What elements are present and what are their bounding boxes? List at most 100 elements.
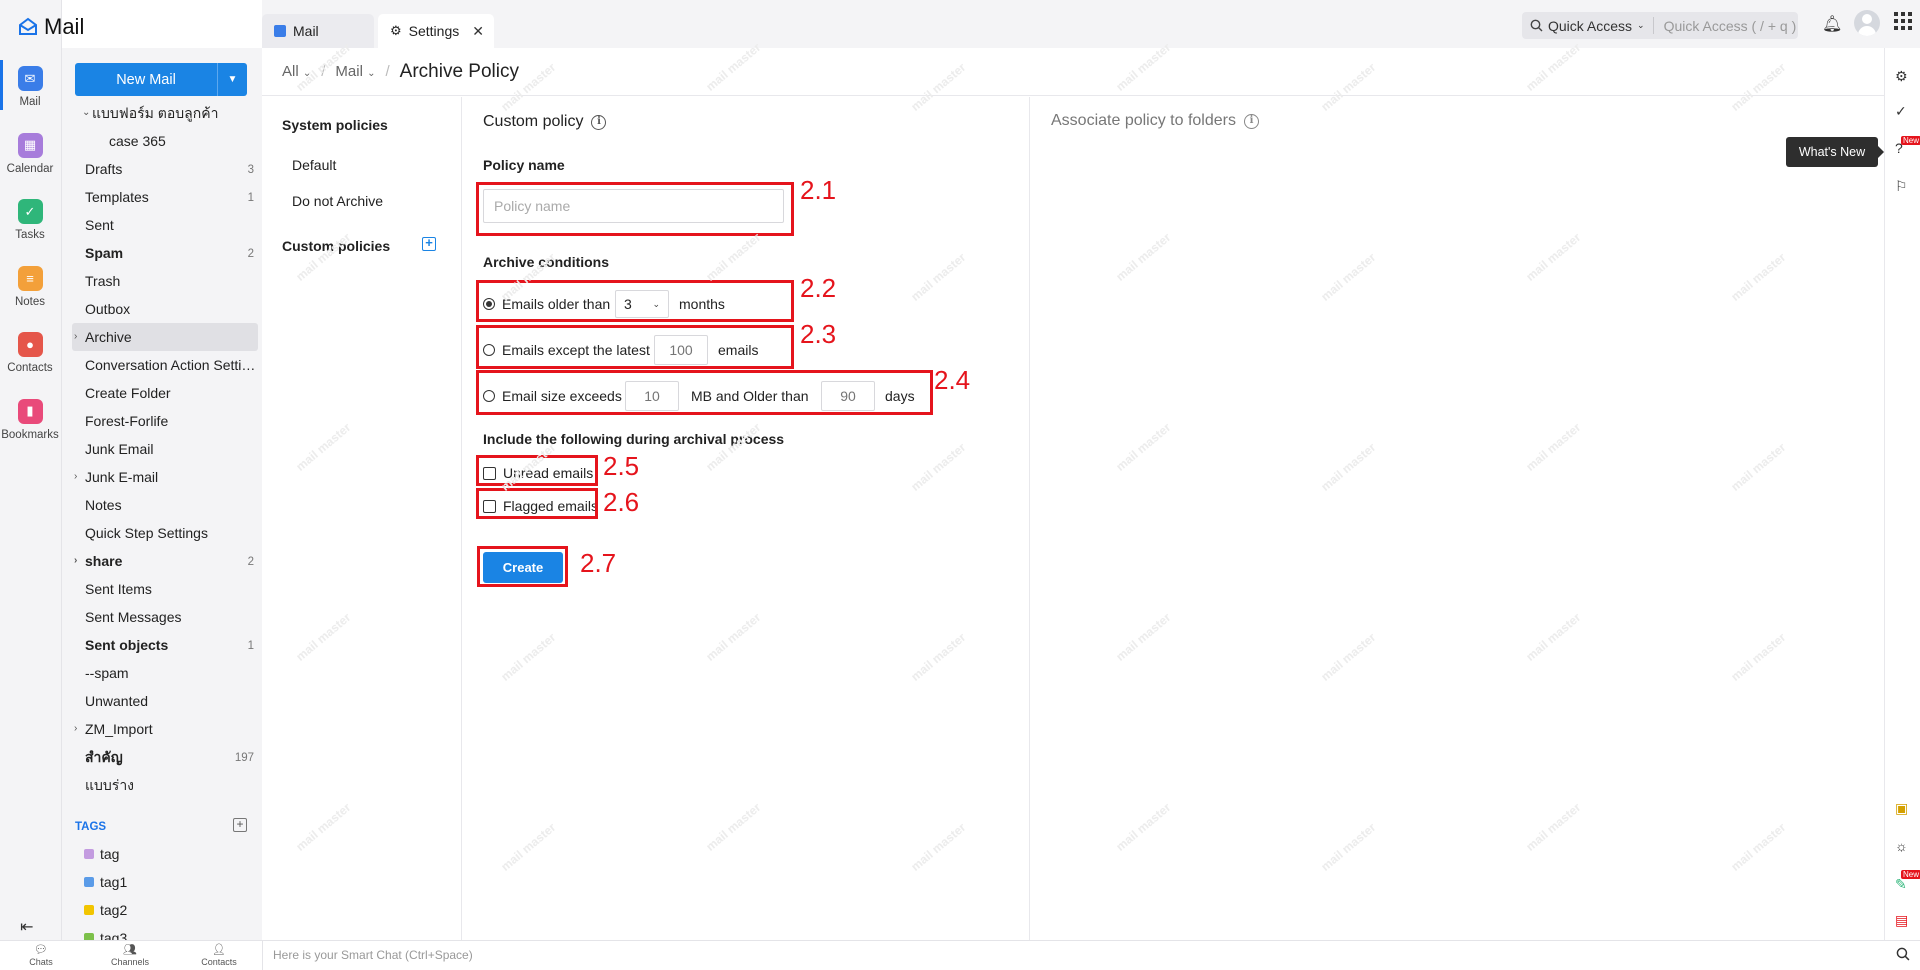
expand-chevron-icon[interactable]: ⌄: [82, 99, 90, 127]
verified-icon[interactable]: ✓: [1895, 103, 1907, 120]
folder-label: --spam: [85, 665, 129, 681]
expand-chevron-icon[interactable]: ›: [74, 323, 77, 351]
info-icon[interactable]: i: [1243, 113, 1259, 129]
tab-settings[interactable]: ⚙ Settings ✕: [378, 14, 494, 48]
folder-item[interactable]: › Archive: [72, 323, 258, 351]
chats-button[interactable]: 💬︎ Chats: [11, 944, 71, 967]
annotation-box-2-5: [476, 455, 598, 486]
new-mail-dropdown-icon[interactable]: ▼: [217, 63, 247, 96]
announcement-icon[interactable]: ⚐: [1895, 178, 1908, 195]
mail-logo-icon: [19, 17, 37, 35]
policy-default[interactable]: Default: [292, 157, 336, 173]
folder-item[interactable]: Outbox: [72, 295, 258, 323]
settings-icon[interactable]: ⚙: [1895, 68, 1908, 85]
chevron-down-icon: ⌄: [1637, 20, 1645, 30]
quick-access-input[interactable]: Quick Access ( / + q ): [1654, 18, 1797, 34]
whats-new-tooltip: What's New: [1786, 137, 1884, 167]
add-tag-icon[interactable]: +: [233, 818, 247, 832]
collapse-sidebar-icon[interactable]: ⇤: [20, 917, 33, 937]
add-custom-policy-icon[interactable]: +: [422, 236, 436, 251]
folder-label: Create Folder: [85, 385, 171, 401]
folder-item[interactable]: › ZM_Import: [72, 715, 258, 743]
tag-item[interactable]: tag: [84, 846, 119, 862]
folder-item[interactable]: Templates 1: [72, 183, 258, 211]
folder-item[interactable]: Drafts 3: [72, 155, 258, 183]
folder-label: Forest-Forlife: [85, 413, 169, 429]
folder-item[interactable]: Forest-Forlife: [72, 407, 258, 435]
folder-item[interactable]: Quick Step Settings: [72, 519, 258, 547]
folder-item[interactable]: Junk Email: [72, 435, 258, 463]
watermark: mail master: [1113, 230, 1174, 284]
tag-color-swatch: [84, 849, 94, 859]
folder-label: Archive: [85, 329, 132, 345]
folder-item[interactable]: Create Folder: [72, 379, 258, 407]
expand-chevron-icon[interactable]: ›: [74, 463, 77, 491]
new-mail-label[interactable]: New Mail: [75, 63, 217, 96]
breadcrumb-mail[interactable]: Mail ⌄: [335, 63, 375, 80]
annotation-label-2-7: 2.7: [580, 548, 617, 578]
tag-color-swatch: [84, 905, 94, 915]
info-icon[interactable]: i: [591, 114, 607, 130]
channels-button[interactable]: 👥︎ Channels: [100, 944, 160, 967]
quick-access-bar[interactable]: Quick Access ⌄ Quick Access ( / + q ): [1522, 12, 1798, 39]
folder-item[interactable]: Notes: [72, 491, 258, 519]
app-grid-icon[interactable]: [1894, 12, 1912, 35]
folder-item[interactable]: case 365: [72, 127, 258, 155]
annotation-box-2-1: [476, 182, 794, 236]
mail-tab-icon: [274, 25, 286, 37]
folder-label: แบบร่าง: [85, 777, 135, 793]
folder-item[interactable]: แบบร่าง: [72, 771, 258, 799]
sticky-note-icon[interactable]: ▣: [1895, 800, 1908, 817]
annotation-box-2-7: [477, 546, 568, 587]
folder-item[interactable]: Sent Items: [72, 575, 258, 603]
rail-item-mail[interactable]: ✉ Mail: [0, 60, 60, 110]
avatar[interactable]: [1854, 10, 1880, 36]
rail-item-bookmarks[interactable]: ▮ Bookmarks: [0, 398, 60, 441]
rail-item-notes[interactable]: ≡ Notes: [0, 265, 60, 308]
associate-policy-title-text: Associate policy to folders: [1051, 112, 1236, 129]
folder-label: Outbox: [85, 301, 131, 317]
breadcrumb-all[interactable]: All ⌄: [282, 63, 311, 80]
annotation-label-2-3: 2.3: [800, 319, 837, 349]
folder-item[interactable]: Sent: [72, 211, 258, 239]
expand-chevron-icon[interactable]: ›: [74, 715, 77, 743]
watermark: mail master: [1523, 230, 1584, 284]
folder-item[interactable]: Trash: [72, 267, 258, 295]
folder-item[interactable]: Conversation Action Settings: [72, 351, 258, 379]
rail-item-contacts[interactable]: ● Contacts: [0, 332, 60, 374]
custom-policy-title: Custom policy i: [483, 113, 607, 131]
policy-do-not-archive[interactable]: Do not Archive: [292, 193, 383, 209]
feedback-icon[interactable]: ▤: [1895, 912, 1908, 929]
close-tab-icon[interactable]: ✕: [472, 23, 484, 40]
rail-item-label: Tasks: [15, 229, 45, 241]
tag-item[interactable]: tag1: [84, 874, 127, 890]
folder-item[interactable]: › Junk E-mail: [72, 463, 258, 491]
folder-item[interactable]: Sent objects 1: [72, 631, 258, 659]
folder-item[interactable]: › share 2: [72, 547, 258, 575]
tab-mail[interactable]: Mail: [262, 14, 374, 48]
watermark: mail master: [1728, 250, 1789, 304]
theme-icon[interactable]: ☼: [1895, 838, 1908, 854]
breadcrumb-separator: /: [385, 63, 390, 80]
folder-item[interactable]: ⌄ แบบฟอร์ม ตอบลูกค้า: [72, 99, 258, 127]
right-rail: ⚙ ✓ ? ⚐ ▣ ☼ ✎ ▤: [1884, 48, 1920, 940]
rail-item-calendar[interactable]: ▦ Calendar: [0, 132, 60, 175]
folder-label: Notes: [85, 497, 122, 513]
folder-item[interactable]: สำคัญ 197: [72, 743, 258, 771]
tag-item[interactable]: tag2: [84, 902, 127, 918]
rail-item-tasks[interactable]: ✓ Tasks: [0, 199, 60, 241]
folder-count: 2: [247, 248, 254, 260]
quick-access-dropdown[interactable]: Quick Access ⌄: [1522, 17, 1654, 34]
new-mail-button[interactable]: New Mail ▼: [75, 63, 247, 96]
bell-icon[interactable]: 🔔︎: [1822, 14, 1842, 34]
smart-chat-input[interactable]: Here is your Smart Chat (Ctrl+Space): [262, 941, 1882, 970]
folder-item[interactable]: Unwanted: [72, 687, 258, 715]
rail-item-label: Bookmarks: [1, 428, 59, 441]
folder-item[interactable]: Sent Messages: [72, 603, 258, 631]
folder-item[interactable]: --spam: [72, 659, 258, 687]
expand-chevron-icon[interactable]: ›: [74, 547, 77, 575]
contacts-button[interactable]: 👤︎ Contacts: [189, 944, 249, 967]
search-icon[interactable]: [1896, 947, 1910, 964]
folder-item[interactable]: Spam 2: [72, 239, 258, 267]
folder-count: 3: [247, 164, 254, 176]
